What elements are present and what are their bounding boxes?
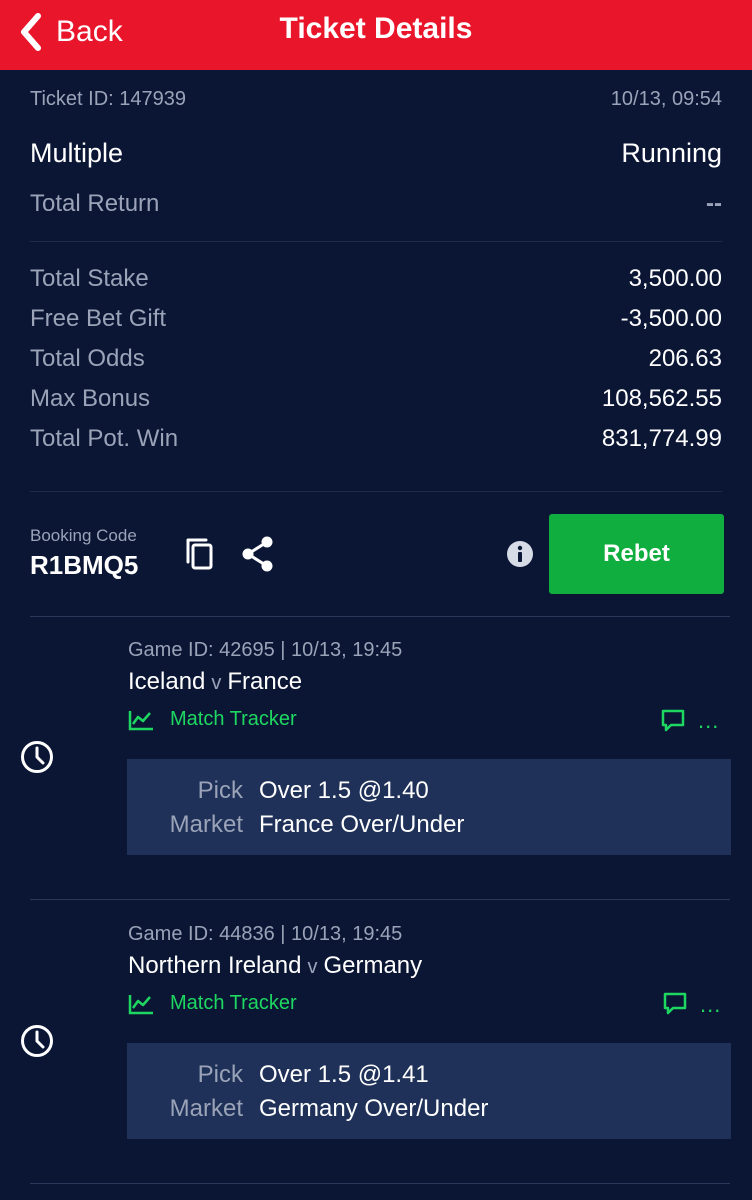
share-icon xyxy=(242,536,273,572)
ticket-type: Multiple xyxy=(30,138,124,168)
clock-icon xyxy=(20,740,54,779)
chart-line-icon xyxy=(128,710,153,730)
stat-value: 831,774.99 xyxy=(601,425,722,452)
top-bar: Back Ticket Details xyxy=(0,0,752,70)
stat-label: Free Bet Gift xyxy=(30,305,167,332)
stat-row-total-stake: Total Stake 3,500.00 xyxy=(30,265,722,293)
market-row: Market France Over/Under xyxy=(127,811,731,839)
info-icon xyxy=(507,541,533,567)
game-meta: Game ID: 42695 | 10/13, 19:45 xyxy=(128,639,403,661)
match-tracker-link[interactable]: Match Tracker xyxy=(128,708,297,731)
ticket-status: Running xyxy=(621,138,722,168)
pick-box: Pick Over 1.5 @1.41 Market Germany Over/… xyxy=(127,1043,731,1139)
match-tracker-link[interactable]: Match Tracker xyxy=(128,992,297,1015)
pick-box: Pick Over 1.5 @1.40 Market France Over/U… xyxy=(127,759,731,855)
info-button[interactable] xyxy=(506,540,534,573)
game-meta: Game ID: 44836 | 10/13, 19:45 xyxy=(128,923,403,945)
booking-code-label: Booking Code xyxy=(30,526,137,545)
stat-value: 206.63 xyxy=(648,345,722,372)
away-team: Germany xyxy=(323,952,423,979)
pick-label: Pick xyxy=(197,1061,243,1088)
comment-icon xyxy=(663,992,687,1015)
comment-icon xyxy=(661,709,685,732)
divider xyxy=(30,616,730,617)
ticket-datetime: 10/13, 09:54 xyxy=(610,88,722,110)
pick-value: Over 1.5 @1.40 xyxy=(259,777,429,804)
divider xyxy=(30,1183,730,1184)
stat-row-total-pot-win: Total Pot. Win 831,774.99 xyxy=(30,425,722,453)
pick-row: Pick Over 1.5 @1.41 xyxy=(127,1061,731,1089)
total-return-value: -- xyxy=(706,190,722,217)
versus-label: v xyxy=(211,672,222,694)
ticket-id-row: Ticket ID: 147939 10/13, 09:54 xyxy=(30,88,722,111)
stat-row-free-bet-gift: Free Bet Gift -3,500.00 xyxy=(30,305,722,333)
market-label: Market xyxy=(169,811,243,838)
stat-label: Total Pot. Win xyxy=(30,425,179,452)
pick-label: Pick xyxy=(197,777,243,804)
copy-icon xyxy=(186,538,213,570)
more-options-button[interactable]: ... xyxy=(700,992,721,1018)
rebet-button[interactable]: Rebet xyxy=(549,514,724,594)
pick-value: Over 1.5 @1.41 xyxy=(259,1061,429,1088)
comment-button[interactable] xyxy=(662,991,688,1022)
divider xyxy=(30,899,730,900)
away-team: France xyxy=(227,668,303,695)
copy-button[interactable] xyxy=(182,536,216,577)
stat-label: Total Odds xyxy=(30,345,145,372)
ticket-type-row: Multiple Running xyxy=(30,138,722,169)
pick-row: Pick Over 1.5 @1.40 xyxy=(127,777,731,805)
market-value: France Over/Under xyxy=(259,811,465,838)
clock-icon xyxy=(20,1024,54,1063)
market-value: Germany Over/Under xyxy=(259,1095,489,1122)
stat-row-max-bonus: Max Bonus 108,562.55 xyxy=(30,385,722,413)
game-teams: Northern Ireland v Germany xyxy=(128,952,422,980)
home-team: Iceland xyxy=(128,668,206,695)
share-button[interactable] xyxy=(240,535,276,578)
stat-value: 3,500.00 xyxy=(628,265,722,292)
booking-code: R1BMQ5 xyxy=(30,550,139,580)
stat-value: -3,500.00 xyxy=(620,305,722,332)
versus-label: v xyxy=(307,956,318,978)
total-return-row: Total Return -- xyxy=(30,190,722,218)
stat-label: Total Stake xyxy=(30,265,149,292)
total-return-label: Total Return xyxy=(30,190,160,217)
divider xyxy=(30,241,722,242)
market-row: Market Germany Over/Under xyxy=(127,1095,731,1123)
more-options-button[interactable]: ... xyxy=(698,708,719,734)
chart-line-icon xyxy=(128,994,153,1014)
page-title: Ticket Details xyxy=(279,12,473,45)
stat-row-total-odds: Total Odds 206.63 xyxy=(30,345,722,373)
comment-button[interactable] xyxy=(660,708,686,739)
stat-value: 108,562.55 xyxy=(601,385,722,412)
ticket-id: Ticket ID: 147939 xyxy=(30,88,187,110)
game-teams: Iceland v France xyxy=(128,668,302,696)
stat-label: Max Bonus xyxy=(30,385,151,412)
divider xyxy=(30,491,722,492)
market-label: Market xyxy=(169,1095,243,1122)
home-team: Northern Ireland xyxy=(128,952,302,979)
match-tracker-label: Match Tracker xyxy=(170,992,297,1014)
match-tracker-label: Match Tracker xyxy=(170,708,297,730)
